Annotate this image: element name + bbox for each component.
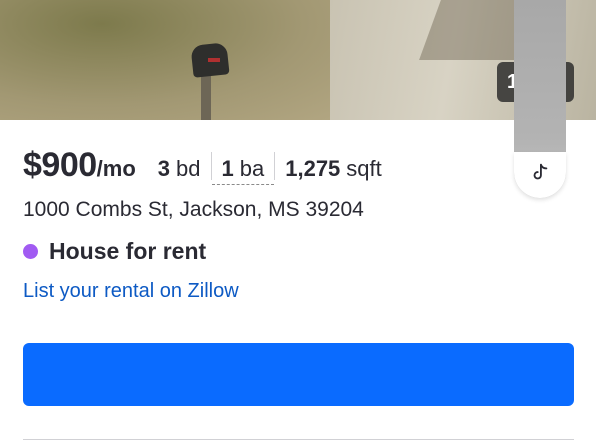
listing-address: 1000 Combs St, Jackson, MS 39204: [23, 198, 364, 221]
music-note-icon: [529, 162, 551, 189]
listing-photo[interactable]: [0, 0, 596, 120]
baths-fact[interactable]: 1 ba: [211, 156, 275, 185]
sqft-label: sqft: [346, 156, 382, 181]
photo-mailbox-flag: [208, 58, 220, 62]
baths-label: ba: [239, 156, 265, 181]
side-action-button[interactable]: [514, 152, 566, 198]
listing-status: House for rent: [23, 238, 206, 265]
price-unit: /mo: [96, 156, 136, 181]
sqft-value: 1,275: [285, 156, 341, 181]
baths-value: 1: [221, 156, 234, 181]
sqft-fact: 1,275 sqft: [275, 156, 392, 182]
beds-fact: 3 bd: [136, 156, 211, 182]
primary-action-button[interactable]: [23, 343, 574, 406]
listing-price: $900: [23, 146, 97, 184]
beds-value: 3: [157, 156, 171, 181]
price-facts-row: $900 /mo 3 bd 1 ba 1,275 sqft: [23, 146, 392, 185]
beds-label: bd: [176, 156, 201, 181]
photo-mailbox-post: [201, 72, 211, 120]
status-text: House for rent: [49, 238, 207, 264]
list-rental-link[interactable]: List your rental on Zillow: [23, 280, 239, 303]
section-divider: [23, 439, 574, 440]
photo-grass: [0, 0, 340, 120]
status-dot: [23, 244, 38, 259]
